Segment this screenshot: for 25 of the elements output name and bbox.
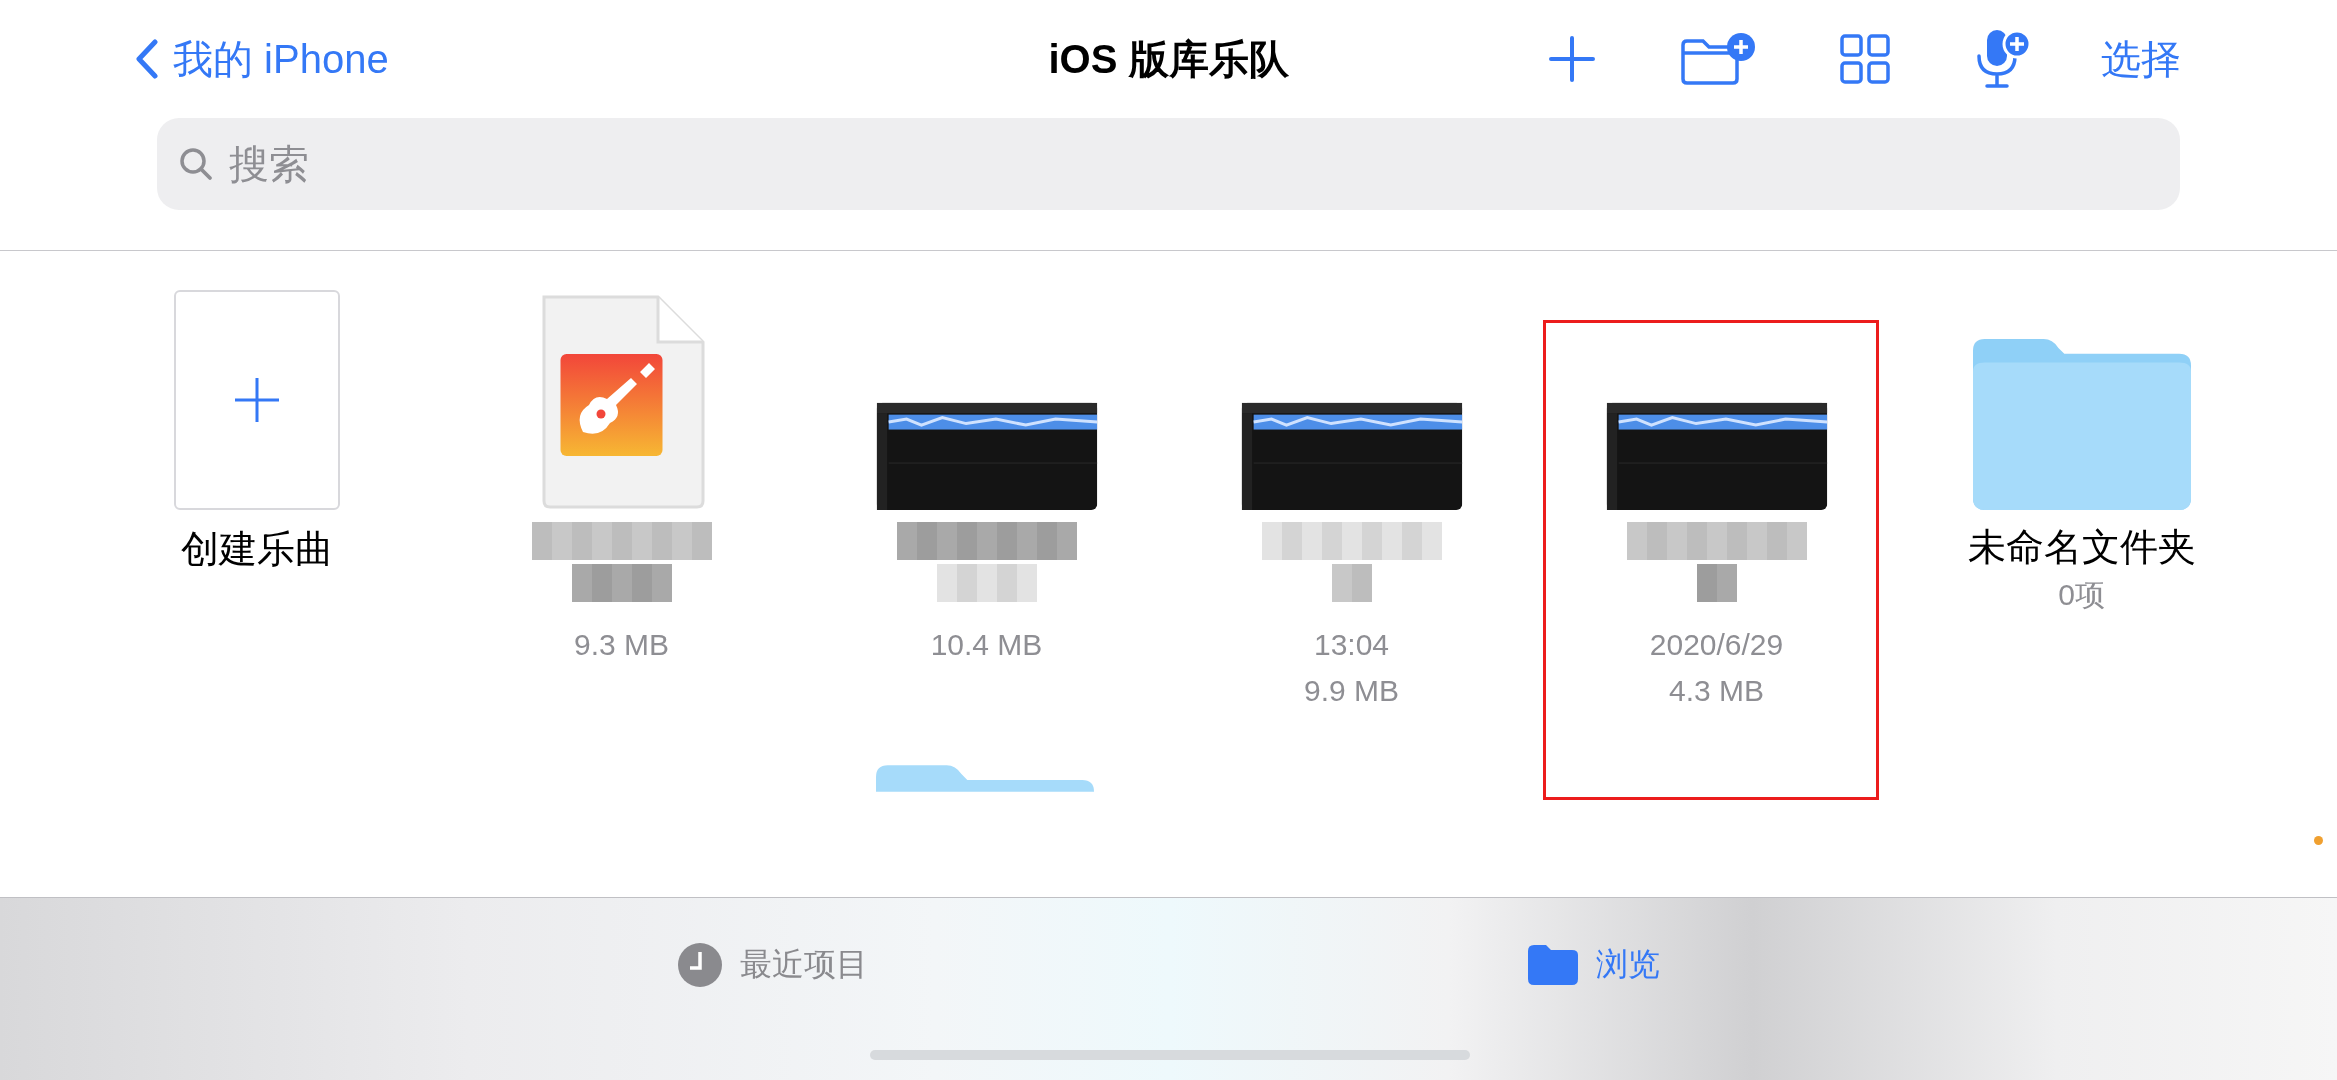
add-icon (233, 377, 280, 423)
file-detail: 9.9 MB (1303, 673, 1399, 709)
folder-icon (1527, 945, 1578, 985)
folder-icon (1972, 336, 2191, 510)
select-button[interactable]: 选择 (2095, 31, 2187, 87)
search-field[interactable]: 搜索 (157, 118, 2180, 210)
clock-icon (677, 943, 722, 987)
create-song-label: 创建乐曲 (180, 527, 333, 572)
new-folder-icon[interactable] (1679, 31, 1757, 87)
file-detail: 0项 (2058, 577, 2105, 613)
scroll-indicator (2314, 836, 2323, 845)
file-detail: 9.3 MB (573, 627, 669, 663)
tab[interactable]: 浏览 (1527, 943, 1660, 987)
file-detail: 2020/6/29 (1649, 627, 1784, 663)
folder-name: 未命名文件夹 (1967, 525, 2196, 570)
add-icon[interactable] (1547, 34, 1597, 84)
folder-icon (876, 762, 1094, 792)
file-detail: 4.3 MB (1668, 673, 1764, 709)
back-link[interactable]: 我的 iPhone (135, 31, 389, 87)
tab[interactable]: 最近项目 (677, 943, 868, 987)
window-title: iOS 版库乐队 (1048, 35, 1289, 83)
file-detail: 13:04 (1313, 627, 1390, 663)
file-detail: 10.4 MB (930, 627, 1043, 663)
back-chevron-icon (135, 39, 159, 79)
grid-view-icon[interactable] (1839, 33, 1891, 85)
